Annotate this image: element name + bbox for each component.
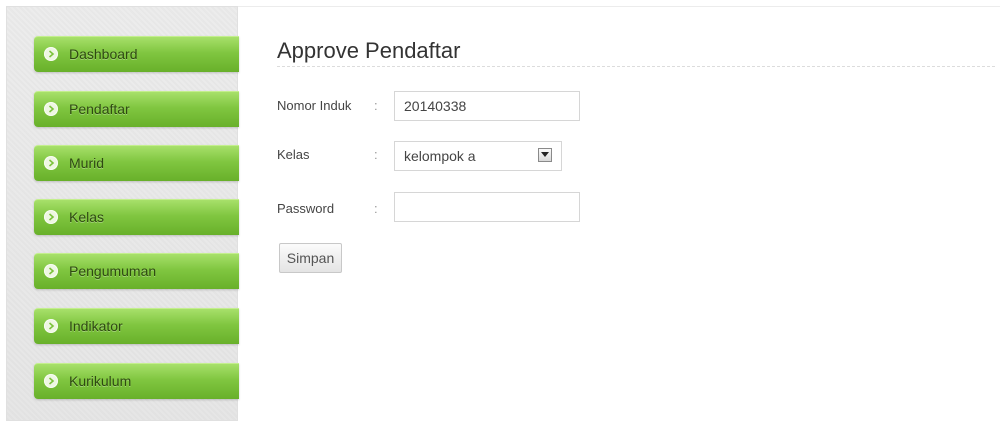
sidebar-item-label: Murid <box>69 155 105 171</box>
sidebar-item-label: Pengumuman <box>69 263 157 279</box>
dropdown-arrow-icon[interactable] <box>538 148 552 162</box>
sidebar-item-indikator[interactable]: Indikator <box>34 308 239 344</box>
field-colon: : <box>374 98 378 113</box>
page-title: Approve Pendaftar <box>277 38 461 63</box>
chevron-right-icon <box>44 374 58 388</box>
sidebar-item-kurikulum[interactable]: Kurikulum <box>34 363 239 399</box>
simpan-button[interactable]: Simpan <box>279 243 342 273</box>
sidebar-item-murid[interactable]: Murid <box>34 145 239 181</box>
kelas-label: Kelas <box>277 147 310 162</box>
password-field[interactable] <box>394 192 580 222</box>
kelas-select[interactable]: kelompok a <box>394 141 562 171</box>
chevron-right-icon <box>44 319 58 333</box>
password-label: Password <box>277 201 335 216</box>
chevron-right-icon <box>44 47 58 61</box>
sidebar-item-label: Dashboard <box>69 46 138 62</box>
chevron-right-icon <box>44 156 58 170</box>
sidebar-item-dashboard[interactable]: Dashboard <box>34 36 239 72</box>
chevron-right-icon <box>44 210 58 224</box>
nomor-induk-field[interactable]: 20140338 <box>394 91 580 121</box>
sidebar-item-pengumuman[interactable]: Pengumuman <box>34 253 239 289</box>
chevron-right-icon <box>44 102 58 116</box>
sidebar-item-label: Pendaftar <box>69 101 130 117</box>
chevron-right-icon <box>44 264 58 278</box>
sidebar: Dashboard Pendaftar Murid Kelas Pengumum… <box>6 6 239 421</box>
sidebar-item-label: Kelas <box>69 209 105 225</box>
field-colon: : <box>374 147 378 162</box>
sidebar-item-label: Indikator <box>69 318 123 334</box>
field-colon: : <box>374 201 378 216</box>
nomor-induk-label: Nomor Induk <box>277 98 352 113</box>
content-top-border <box>238 6 1000 7</box>
sidebar-item-pendaftar[interactable]: Pendaftar <box>34 91 239 127</box>
sidebar-item-kelas[interactable]: Kelas <box>34 199 239 235</box>
sidebar-item-label: Kurikulum <box>69 373 132 389</box>
kelas-selected-value: kelompok a <box>404 148 476 164</box>
nomor-induk-value: 20140338 <box>404 98 467 114</box>
title-divider <box>277 66 995 67</box>
